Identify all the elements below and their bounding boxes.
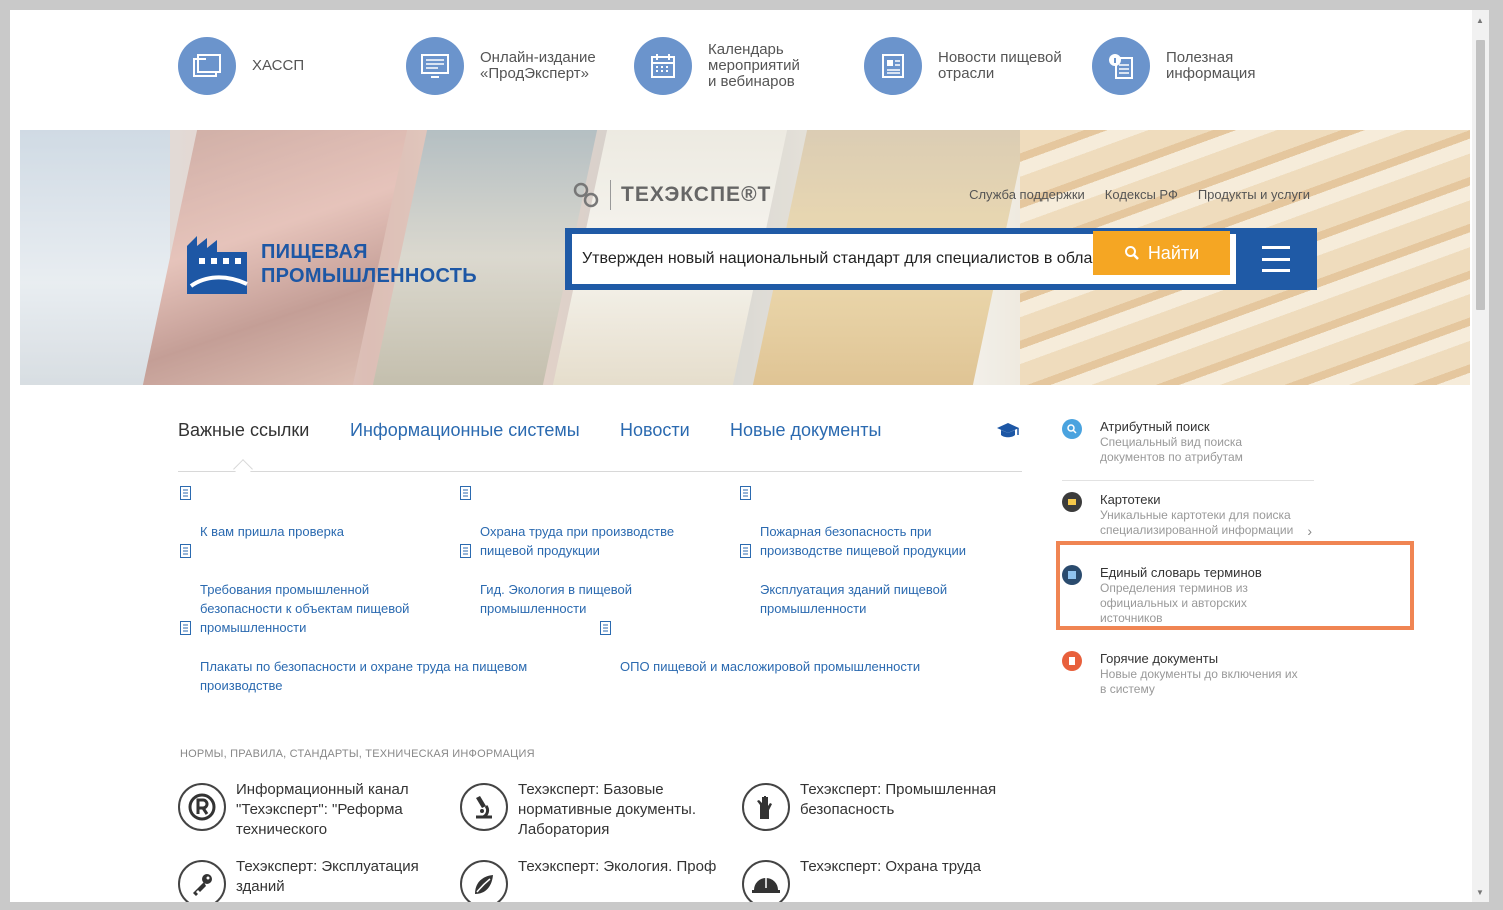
sidebar-item-card-index[interactable]: Картотеки Уникальные картотеки для поиск… [1062,491,1314,539]
product-label: Информационный канал "Техэксперт": "Рефо… [236,781,409,838]
newspaper-icon [864,37,922,95]
topnav-item-haccp[interactable]: ХАССП [178,36,304,96]
tab-info-systems[interactable]: Информационные системы [350,420,580,441]
page: ХАССП Онлайн-издание «ПродЭксперт» Кален… [10,10,1489,902]
topnav-label: Календарь мероприятий и вебинаров [708,41,800,90]
menu-icon[interactable] [1262,246,1290,272]
calendar-icon [634,37,692,95]
document-icon [600,621,611,635]
monitor-icon [406,37,464,95]
brand-separator [610,180,611,210]
topnav-label: Новости пищевой отрасли [938,49,1062,82]
content-tabs: Важные ссылки Информационные системы Нов… [178,418,1022,479]
techexpert-brand[interactable]: ТЕХЭКСПЕ®Т [572,180,771,210]
vertical-scrollbar[interactable]: ▲ ▼ [1472,10,1489,902]
support-link[interactable]: Служба поддержки [969,187,1085,202]
scrollbar-thumb[interactable] [1476,40,1485,310]
sidebar-item-desc: Новые документы до включения их в систем… [1100,667,1298,696]
techexpert-logo-icon [573,182,599,208]
info-document-icon [1092,37,1150,95]
product-ecology[interactable]: Техэксперт: Экология. Проф [460,858,717,902]
search-button[interactable]: Найти [1093,231,1230,275]
product-labor-protection[interactable]: Техэксперт: Охрана труда [742,858,982,902]
link-label: К вам пришла проверка [200,524,345,539]
search-icon [1124,246,1139,260]
factory-logo-icon [187,236,248,294]
card-index-icon [1062,492,1082,512]
active-tab-caret [233,459,253,479]
tab-news[interactable]: Новости [620,420,690,441]
products-link[interactable]: Продукты и услуги [1198,187,1310,202]
topnav-label: ХАССП [252,57,305,74]
highlight-frame [1056,541,1414,630]
codes-link[interactable]: Кодексы РФ [1105,187,1178,202]
topnav-item-calendar[interactable]: Календарь мероприятий и вебинаров [634,36,800,96]
microscope-icon [460,783,508,831]
attribute-search-icon [1062,419,1082,439]
registered-icon [178,783,226,831]
product-label: Техэксперт: Базовые нормативные документ… [518,781,697,838]
product-label: Техэксперт: Экология. Проф [518,858,717,875]
sidebar-item-title: Картотеки [1100,492,1161,507]
sidebar-item-title: Горячие документы [1100,651,1219,666]
gloves-icon [742,783,790,831]
sidebar-item-desc: Уникальные картотеки для поиска специали… [1100,508,1294,537]
topnav-item-useful-info[interactable]: Полезная информация [1092,36,1255,96]
section-title: НОРМЫ, ПРАВИЛА, СТАНДАРТЫ, ТЕХНИЧЕСКАЯ И… [180,748,535,760]
document-icon [180,621,191,635]
hot-documents-icon [1062,651,1082,671]
topnav-label: Полезная информация [1166,49,1256,82]
leaf-icon [460,860,508,902]
sidebar-item-title: Атрибутный поиск [1100,419,1210,434]
link-label: Эксплуатация зданий пищевой промышленнос… [760,582,948,616]
sidebar-item-desc: Специальный вид поиска документов по атр… [1100,435,1243,464]
sidebar-item-attribute-search[interactable]: Атрибутный поиск Специальный вид поиска … [1062,418,1314,465]
sidebar-divider [1062,480,1314,481]
product-label: Техэксперт: Эксплуатация зданий [236,858,419,895]
product-reform-channel[interactable]: Информационный канал "Техэксперт": "Рефо… [178,781,409,840]
link-label: Плакаты по безопасности и охране труда н… [200,659,528,693]
helmet-icon [742,860,790,902]
site-logo[interactable]: ПИЩЕВАЯ ПРОМЫШЛЕННОСТЬ [183,228,477,300]
sidebar-item-hot-documents[interactable]: Горячие документы Новые документы до вкл… [1062,650,1314,697]
product-label: Техэксперт: Промышленная безопасность [800,781,997,818]
search-button-label: Найти [1147,242,1200,263]
document-icon [740,544,751,558]
document-icon [460,486,471,500]
product-label: Техэксперт: Охрана труда [800,858,982,875]
product-industrial-safety[interactable]: Техэксперт: Промышленная безопасность [742,781,997,831]
key-icon [178,860,226,902]
search-bar: Утвержден новый национальный стандарт дл… [565,228,1317,290]
logo-text: ПИЩЕВАЯ ПРОМЫШЛЕННОСТЬ [261,241,477,287]
topnav-item-prodexpert[interactable]: Онлайн-издание «ПродЭксперт» [406,36,596,96]
document-icon [180,486,191,500]
document-icon [460,544,471,558]
document-icon [180,544,191,558]
link-building-operation[interactable]: Эксплуатация зданий пищевой промышленнос… [740,542,947,618]
tab-new-documents[interactable]: Новые документы [730,420,881,441]
tab-important-links[interactable]: Важные ссылки [178,420,309,441]
scroll-up-arrow-icon[interactable]: ▲ [1476,16,1484,25]
link-label: Гид. Экология в пищевой промышленности [480,582,632,616]
product-building-operation[interactable]: Техэксперт: Эксплуатация зданий [178,858,419,902]
link-ecology-guide[interactable]: Гид. Экология в пищевой промышленности [460,542,632,618]
chevron-right-icon[interactable]: › [1307,523,1312,539]
folders-icon [178,37,236,95]
hero-banner: ПИЩЕВАЯ ПРОМЫШЛЕННОСТЬ ТЕХЭКСПЕ®Т Служба… [20,130,1470,385]
product-laboratory[interactable]: Техэксперт: Базовые нормативные документ… [460,781,697,840]
link-opo-oil-industry[interactable]: ОПО пищевой и масложировой промышленност… [600,619,920,676]
link-safety-posters[interactable]: Плакаты по безопасности и охране труда н… [180,619,527,695]
brand-name: ТЕХЭКСПЕ®Т [621,183,772,206]
top-navigation: ХАССП Онлайн-издание «ПродЭксперт» Кален… [10,10,1470,130]
link-inspection[interactable]: К вам пришла проверка [180,484,344,541]
topnav-label: Онлайн-издание «ПродЭксперт» [480,49,596,82]
banner-links: Служба поддержки Кодексы РФ Продукты и у… [969,187,1310,202]
document-icon [740,486,751,500]
scroll-down-arrow-icon[interactable]: ▼ [1476,888,1484,897]
link-label: ОПО пищевой и масложировой промышленност… [620,659,921,674]
graduation-cap-icon[interactable] [996,422,1020,445]
topnav-item-news[interactable]: Новости пищевой отрасли [864,36,1062,96]
